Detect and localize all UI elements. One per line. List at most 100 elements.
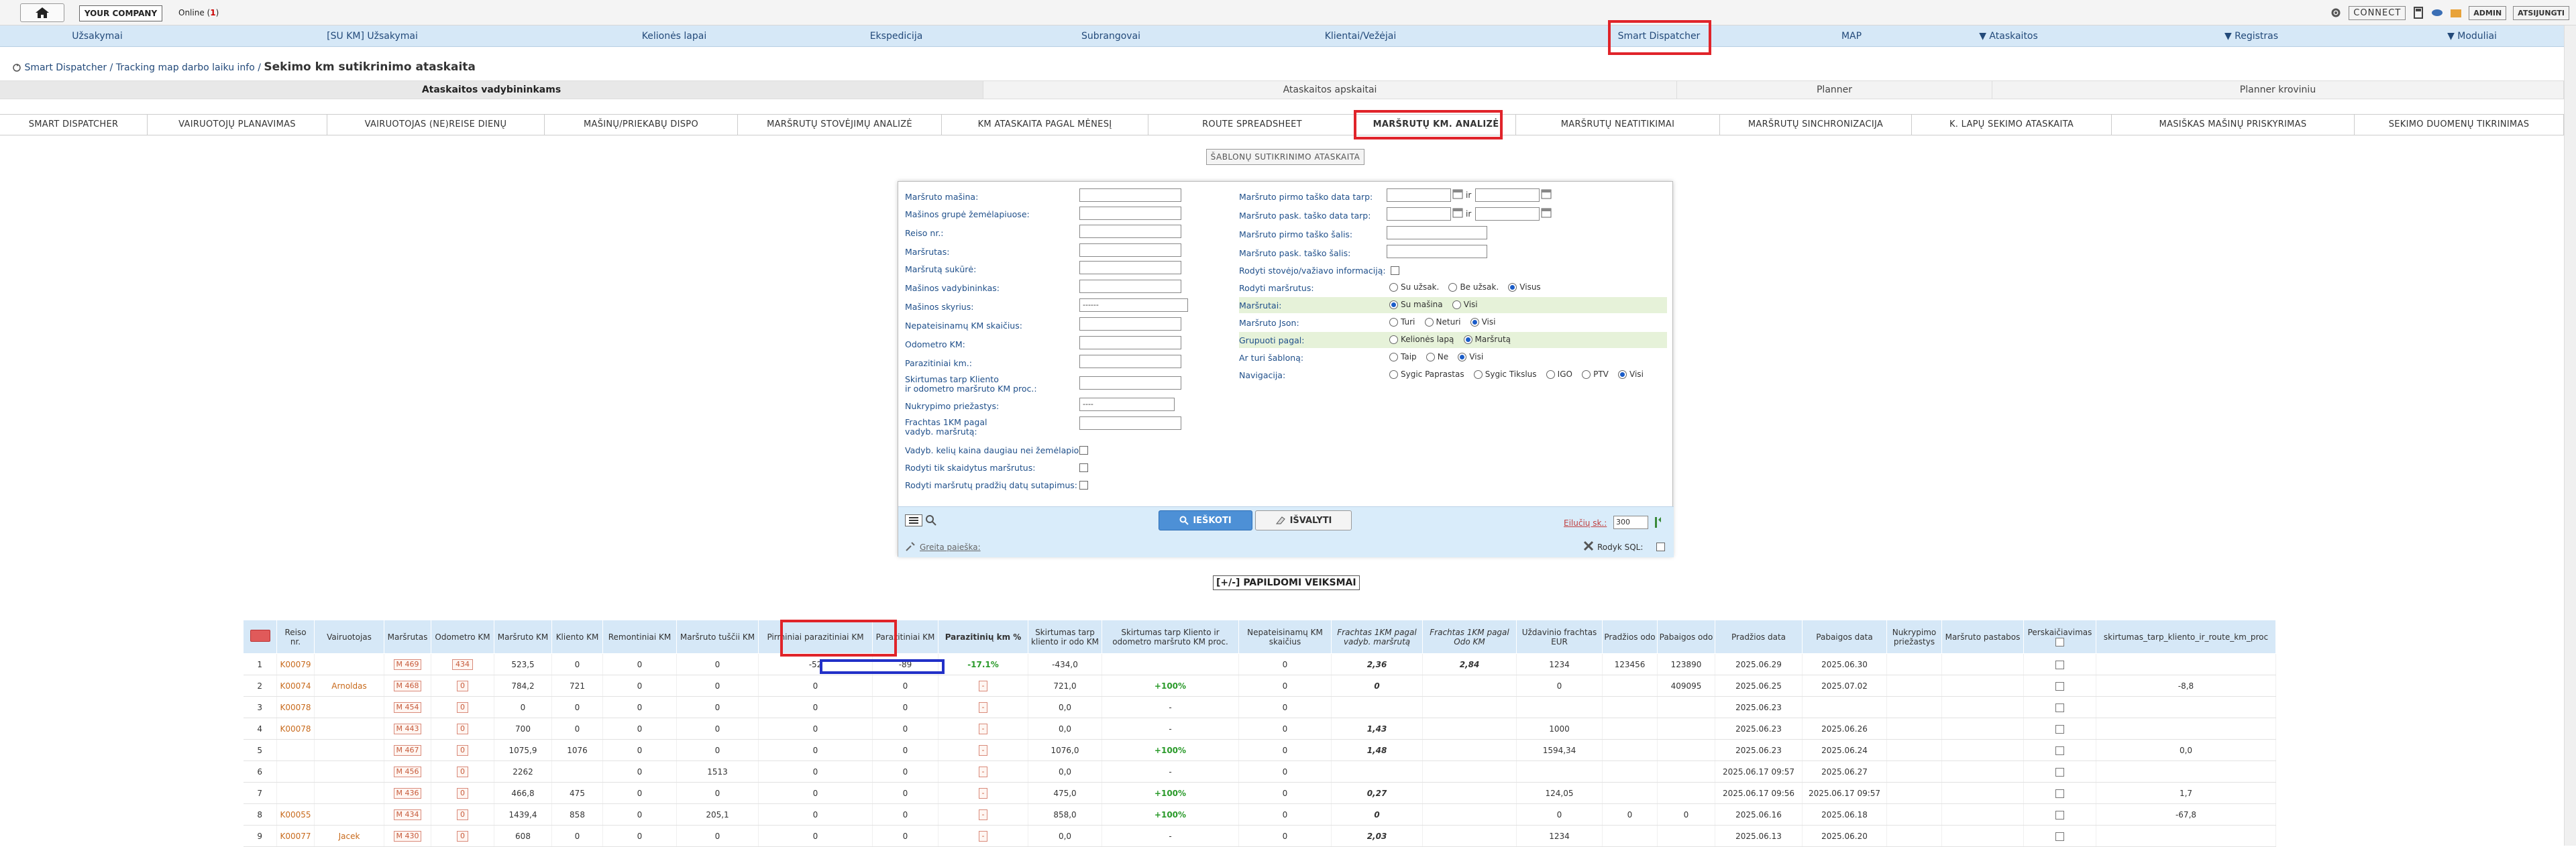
header-pradzios-odo[interactable]: Pradžios odo [1602,620,1658,654]
tab-sekimo-duomenu-tikrinimas[interactable]: SEKIMO DUOMENŲ TIKRINIMAS [2355,115,2564,135]
marsrutas-input[interactable] [1079,243,1181,257]
tab-route-spreadsheet[interactable]: ROUTE SPREADSHEET [1148,115,1356,135]
extra-actions-toggle[interactable]: [+/-] PAPILDOMI VEIKSMAI [1213,575,1360,590]
header-kliento-km[interactable]: Kliento KM [551,620,603,654]
header-marsrutas[interactable]: Maršrutas [384,620,431,654]
header-remontiniai-km[interactable]: Remontiniai KM [602,620,677,654]
odometer-badge[interactable]: 0 [457,744,468,756]
header-skirtumas-proc[interactable]: Skirtumas tarp Kliento ir odometro maršr… [1102,620,1239,654]
radio-marsruta[interactable]: Maršrutą [1463,335,1511,344]
skaidytus-checkbox[interactable] [1079,463,1088,472]
row-checkbox[interactable] [2055,660,2064,669]
route-badge[interactable]: M 443 [393,723,422,734]
scrollbar[interactable] [2564,25,2576,846]
radio-visi-marsrutai[interactable]: Visi [1452,300,1478,309]
parazitiniu-badge[interactable]: - [978,723,988,734]
logout-button[interactable]: ATSIJUNGTI [2513,5,2569,20]
header-uzdavinio-frachtas[interactable]: Uždavinio frachtas EUR [1516,620,1603,654]
radio-sygic-paprastas[interactable]: Sygic Paprastas [1389,370,1464,379]
header-actions[interactable] [243,620,277,654]
table-cell[interactable]: K00074 [276,675,315,697]
header-pradzios-data[interactable]: Pradžios data [1715,620,1803,654]
header-skirtumas-route-proc[interactable]: skirtumas_tarp_kliento_ir_route_km_proc [2096,620,2276,654]
header-frachtas-vadyb[interactable]: Frachtas 1KM pagal vadyb. maršrutą [1331,620,1423,654]
header-reiso-nr[interactable]: Reiso nr. [276,620,315,654]
calendar-icon[interactable] [1452,188,1463,199]
table-cell[interactable] [314,760,384,783]
row-checkbox[interactable] [2055,810,2064,820]
odometer-badge[interactable]: 0 [457,701,468,713]
tab-planner-kroviniu[interactable]: Planner kroviniu [1992,81,2564,99]
radio-visus[interactable]: Visus [1508,282,1541,292]
header-parazitiniu-km-proc[interactable]: Parazitinių km % [938,620,1028,654]
table-cell[interactable] [314,653,384,675]
tab-masiskas-masinu-priskyrimas[interactable]: MASIŠKAS MAŠINŲ PRISKYRIMAS [2112,115,2355,135]
nepateisinamu-km-input[interactable] [1079,317,1181,331]
clear-button[interactable]: IŠVALYTI [1255,510,1352,530]
masinos-grupe-input[interactable] [1079,207,1181,220]
show-sql-checkbox[interactable] [1656,543,1665,551]
odometro-km-input[interactable] [1079,336,1181,349]
table-cell[interactable] [276,782,315,804]
connect-button[interactable]: CONNECT [2349,5,2406,20]
masinos-skyrius-select[interactable]: ------ [1079,298,1188,312]
table-cell[interactable]: K00078 [276,696,315,718]
route-badge[interactable]: M 436 [393,787,422,799]
radio-keliones-lapa[interactable]: Kelionės lapą [1389,335,1454,344]
header-odometro-km[interactable]: Odometro KM [431,620,494,654]
parazitiniu-badge[interactable]: - [978,744,988,756]
header-nukrypimo-priezastys[interactable]: Nukrypimo priežastys [1886,620,1942,654]
table-cell[interactable]: K00055 [276,803,315,826]
header-perskaiciavimas[interactable]: Perskaičiavimas [2023,620,2096,654]
route-badge[interactable]: M 454 [393,701,422,713]
home-button[interactable] [20,3,64,22]
row-checkbox[interactable] [2055,703,2064,712]
calculator-icon[interactable] [2412,7,2424,19]
header-skirtumas-kliento-odo[interactable]: Skirtumas tarp kliento ir odo KM [1028,620,1102,654]
table-cell[interactable]: K00078 [276,718,315,740]
nav-uzsakymai[interactable]: Užsakymai [40,25,154,47]
radio-su-masina[interactable]: Su mašina [1389,300,1443,309]
pirmo-data-to[interactable] [1475,188,1540,202]
frachtas-input[interactable] [1079,416,1181,430]
tab-vairuotojas-reise-dienu[interactable]: VAIRUOTOJAS (NE)REISE DIENŲ [327,115,545,135]
route-badge[interactable]: M 456 [393,766,422,777]
tab-vairuotoju-planavimas[interactable]: VAIRUOTOJŲ PLANAVIMAS [148,115,327,135]
datu-sutapimus-checkbox[interactable] [1079,481,1088,490]
menu-icon[interactable] [905,514,922,526]
breadcrumb-smart-dispatcher[interactable]: Smart Dispatcher [24,62,107,73]
table-cell[interactable] [314,782,384,804]
breadcrumb-tracking-map[interactable]: Tracking map darbo laiku info [116,62,255,73]
pask-data-from[interactable] [1387,207,1451,221]
radio-neturi[interactable]: Neturi [1424,317,1460,327]
tab-marsrutu-neatitikimai[interactable]: MARŠRUTŲ NEATITIKIMAI [1516,115,1720,135]
pask-salis-input[interactable] [1387,245,1487,258]
row-checkbox[interactable] [2055,724,2064,734]
header-nepateisinamu-km[interactable]: Nepateisinamų KM skaičius [1238,620,1332,654]
pirmo-salis-input[interactable] [1387,226,1487,239]
refresh-icon[interactable] [12,63,21,72]
search-button[interactable]: IEŠKOTI [1159,510,1252,530]
template-report-button[interactable]: ŠABLONŲ SUTIKRINIMO ATASKAITA [1206,149,1364,165]
sort-icon[interactable] [1654,516,1663,529]
zoom-icon[interactable] [925,514,937,526]
parazitiniu-badge[interactable]: - [978,701,988,713]
tab-k-lapu-sekimo-ataskaita[interactable]: K. LAPŲ SEKIMO ATASKAITA [1912,115,2112,135]
parazitiniu-badge[interactable]: - [978,787,988,799]
table-cell[interactable] [276,739,315,761]
tab-smart-dispatcher[interactable]: SMART DISPATCHER [0,115,148,135]
reiso-nr-input[interactable] [1079,225,1181,238]
vadyb-keliu-kaina-checkbox[interactable] [1079,446,1088,455]
radio-be-uzsak[interactable]: Be užsak. [1448,282,1499,292]
table-cell[interactable] [276,760,315,783]
online-indicator[interactable]: Online (1) [178,8,219,17]
table-cell[interactable]: Arnoldas [314,675,384,697]
nav-su-km-uzsakymai[interactable]: [SU KM] Užsakymai [309,25,436,47]
nav-ekspedicija[interactable]: Ekspedicija [843,25,950,47]
header-marsruto-pastabos[interactable]: Maršruto pastabos [1941,620,2024,654]
odometer-badge[interactable]: 0 [457,723,468,734]
calendar-icon[interactable] [1541,188,1552,199]
table-cell[interactable] [314,696,384,718]
folder-icon[interactable] [2450,7,2462,19]
parazitiniu-badge[interactable]: - [978,809,988,820]
